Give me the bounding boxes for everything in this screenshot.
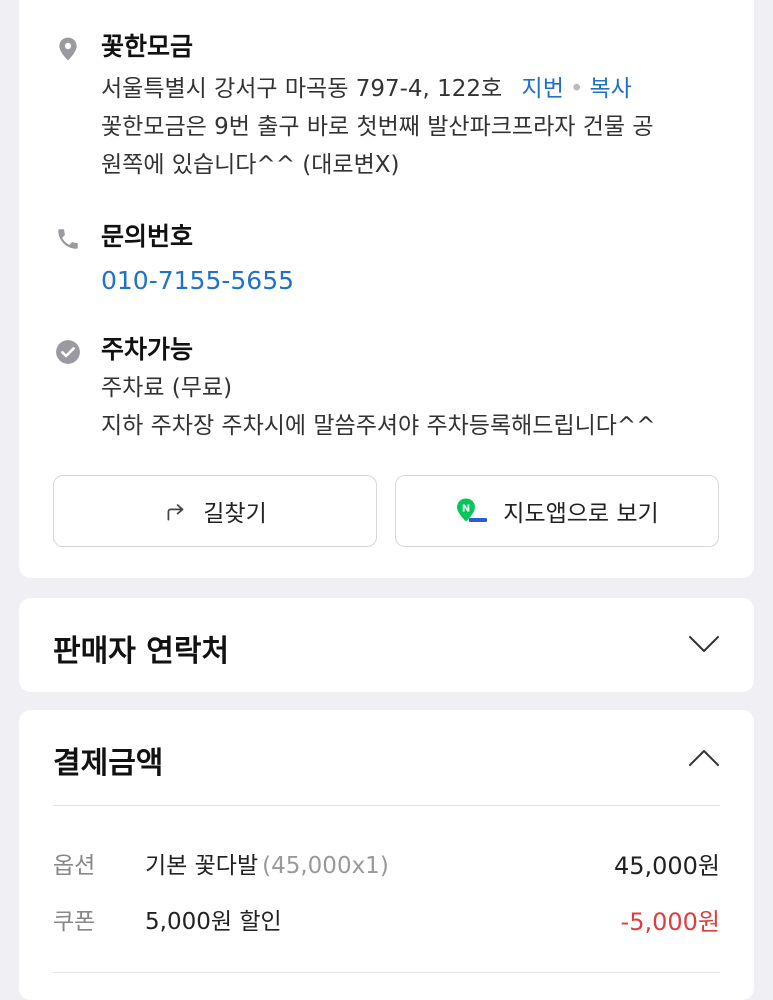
payment-card: 결제금액 옵션 기본 꽃다발 (45,000x1) 45,000원 쿠폰 5,00…	[19, 710, 754, 1000]
seller-contact-card[interactable]: 판매자 연락처	[19, 598, 754, 692]
coupon-amount: -5,000원	[620, 908, 720, 936]
seller-contact-title: 판매자 연락처	[53, 634, 230, 669]
payment-bottom-divider	[53, 972, 720, 973]
naver-map-icon: N	[457, 498, 488, 522]
place-name: 꽃한모금	[101, 32, 194, 61]
jibun-link[interactable]: 지번	[522, 76, 564, 102]
option-qty: (45,000x1)	[262, 853, 389, 879]
location-pin-icon	[59, 37, 77, 61]
address-line: 서울특별시 강서구 마곡동 797-4, 122호 지번 • 복사	[101, 70, 724, 108]
parking-fee: 주차료 (무료)	[101, 375, 233, 401]
payment-row-option: 옵션 기본 꽃다발 (45,000x1) 45,000원	[53, 846, 720, 886]
chevron-up-icon[interactable]	[688, 748, 720, 768]
coupon-label: 쿠폰	[53, 909, 96, 935]
contact-title: 문의번호	[101, 222, 194, 251]
place-description-line2: 원쪽에 있습니다^^ (대로변X)	[101, 152, 400, 178]
map-app-label: 지도앱으로 보기	[503, 501, 659, 527]
check-circle-icon	[56, 340, 80, 364]
chevron-down-icon[interactable]	[688, 634, 720, 654]
directions-button[interactable]: 길찾기	[53, 475, 377, 547]
place-description-line1: 꽃한모금은 9번 출구 바로 첫번째 발산파크프라자 건물 공	[101, 114, 654, 140]
option-amount: 45,000원	[613, 852, 720, 880]
directions-label: 길찾기	[203, 501, 267, 527]
directions-arrow-icon	[167, 504, 184, 521]
coupon-desc: 5,000원 할인	[145, 909, 282, 935]
copy-link[interactable]: 복사	[589, 76, 631, 102]
place-info-card: 꽃한모금 서울특별시 강서구 마곡동 797-4, 122호 지번 • 복사 꽃한모…	[19, 0, 754, 578]
payment-row-coupon: 쿠폰 5,000원 할인 -5,000원	[53, 902, 720, 942]
payment-divider	[53, 805, 720, 806]
payment-title: 결제금액	[53, 746, 164, 781]
map-app-button[interactable]: N 지도앱으로 보기	[395, 475, 719, 547]
svg-text:N: N	[462, 504, 470, 515]
phone-number-link[interactable]: 010-7155-5655	[101, 262, 724, 300]
parking-note: 지하 주차장 주차시에 말씀주셔야 주차등록해드립니다^^	[101, 413, 656, 439]
separator-dot: •	[569, 76, 584, 102]
address-text: 서울특별시 강서구 마곡동 797-4, 122호	[101, 76, 503, 102]
option-desc: 기본 꽃다발 (45,000x1)	[145, 846, 389, 880]
option-label: 옵션	[53, 853, 96, 879]
parking-title: 주차가능	[101, 335, 194, 364]
phone-icon	[58, 229, 78, 249]
option-name: 기본 꽃다발	[145, 853, 259, 879]
